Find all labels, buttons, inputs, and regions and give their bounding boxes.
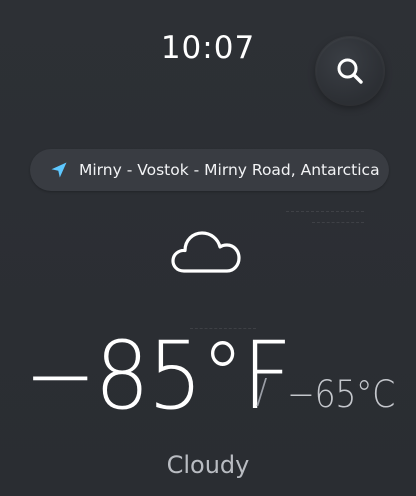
location-arrow-icon	[50, 161, 68, 179]
location-label: Mirny - Vostok - Mirny Road, Antarctica	[79, 161, 380, 179]
location-selector[interactable]: Mirny - Vostok - Mirny Road, Antarctica	[30, 149, 389, 191]
weather-condition: Cloudy	[166, 451, 250, 479]
search-icon	[335, 56, 365, 86]
temperature-separator: /	[256, 372, 268, 412]
weather-screen: 10:07 Mirny - Vostok - Mirny Road, Antar…	[0, 0, 416, 496]
temperature-primary: −85°F	[24, 322, 292, 431]
decorative-divider	[312, 222, 364, 223]
temperature-secondary: −65°C	[287, 373, 395, 416]
decorative-divider	[286, 211, 364, 212]
cloud-icon	[170, 228, 244, 276]
search-button[interactable]	[316, 37, 384, 105]
